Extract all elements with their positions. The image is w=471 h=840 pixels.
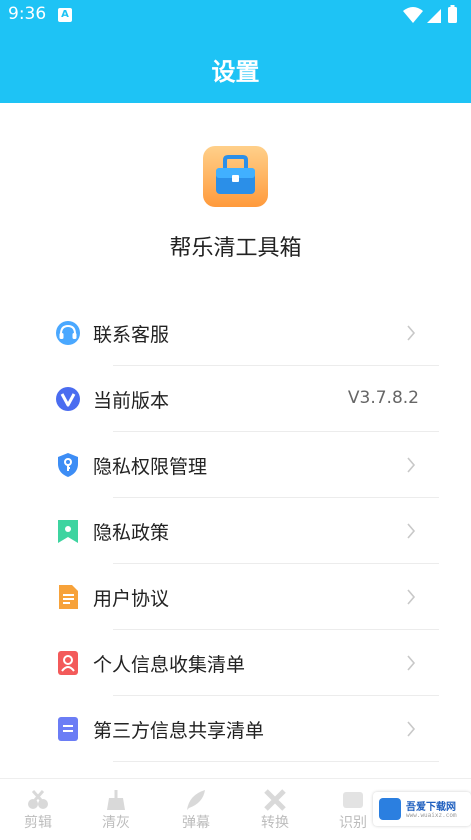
tab-danmaku[interactable]: 弹幕 xyxy=(166,789,226,839)
site-watermark: 吾爱下载网 www.wuaixz.com xyxy=(373,792,471,826)
tab-clean[interactable]: 清灰 xyxy=(86,789,146,839)
share-list-icon xyxy=(58,717,78,741)
chevron-right-icon xyxy=(407,523,416,539)
menu-item-label: 第三方信息共享清单 xyxy=(93,720,265,742)
notification-icon: A xyxy=(58,8,72,22)
tab-edit[interactable]: 剪辑 xyxy=(8,789,68,839)
divider xyxy=(113,761,439,762)
menu-item-label: 隐私政策 xyxy=(93,522,170,544)
watermark-subtext: www.wuaixz.com xyxy=(406,812,457,819)
chevron-right-icon xyxy=(407,457,416,473)
tab-label: 转换 xyxy=(261,815,289,831)
menu-item-personal-info-list[interactable]: 个人信息收集清单 xyxy=(0,630,471,696)
menu-item-label: 个人信息收集清单 xyxy=(93,654,246,676)
watermark-logo-icon xyxy=(379,798,401,820)
top-app-bar: 9:36 A 设置 xyxy=(0,0,471,103)
feather-icon xyxy=(187,790,205,810)
headset-icon xyxy=(56,321,80,345)
page-title: 设置 xyxy=(211,58,260,86)
document-icon xyxy=(59,585,78,609)
menu-item-label: 当前版本 xyxy=(93,390,170,412)
watermark-text: 吾爱下载网 xyxy=(406,802,456,813)
tab-label: 弹幕 xyxy=(182,815,210,831)
menu-item-user-agreement[interactable]: 用户协议 xyxy=(0,564,471,630)
version-value: V3.7.8.2 xyxy=(347,388,419,408)
menu-item-label: 隐私权限管理 xyxy=(93,456,208,478)
tab-label: 清灰 xyxy=(102,815,130,831)
app-name: 帮乐清工具箱 xyxy=(169,236,302,261)
wifi-icon xyxy=(403,7,423,23)
toolbox-icon xyxy=(203,146,268,207)
status-icons xyxy=(403,5,457,23)
chevron-right-icon xyxy=(407,721,416,737)
person-list-icon xyxy=(58,651,78,675)
scissors-icon xyxy=(28,790,48,809)
version-icon xyxy=(56,387,80,411)
menu-item-label: 联系客服 xyxy=(93,324,170,346)
tab-convert[interactable]: 转换 xyxy=(245,789,305,839)
menu-item-label: 用户协议 xyxy=(93,588,170,610)
status-bar: 9:36 A xyxy=(0,0,471,30)
bookmark-icon xyxy=(58,520,78,543)
menu-item-third-party-sharing-list[interactable]: 第三方信息共享清单 xyxy=(0,696,471,762)
menu-item-privacy-permissions[interactable]: 隐私权限管理 xyxy=(0,432,471,498)
menu-item-contact-support[interactable]: 联系客服 xyxy=(0,300,471,366)
menu-item-current-version[interactable]: 当前版本 V3.7.8.2 xyxy=(0,366,471,432)
shield-key-icon xyxy=(58,453,78,477)
convert-icon xyxy=(264,789,286,811)
battery-icon xyxy=(448,7,457,23)
chevron-right-icon xyxy=(407,325,416,341)
signal-icon xyxy=(427,9,441,23)
scan-icon xyxy=(343,792,363,808)
status-time: 9:36 xyxy=(8,4,47,24)
tab-label: 剪辑 xyxy=(24,815,52,831)
broom-icon xyxy=(107,790,125,810)
menu-item-privacy-policy[interactable]: 隐私政策 xyxy=(0,498,471,564)
chevron-right-icon xyxy=(407,589,416,605)
chevron-right-icon xyxy=(407,655,416,671)
